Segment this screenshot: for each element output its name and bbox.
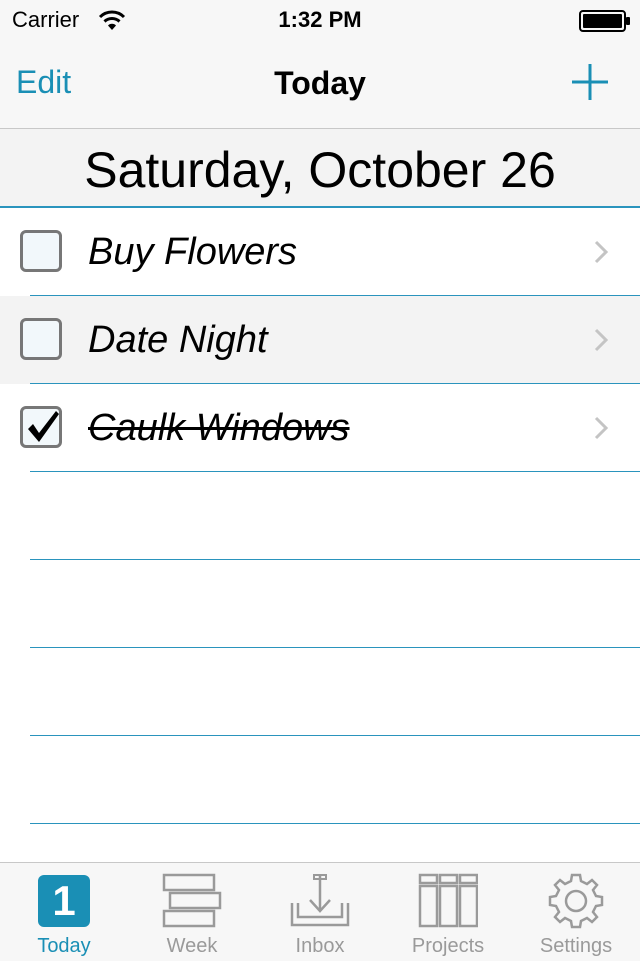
- tab-label: Week: [166, 935, 218, 957]
- tab-week[interactable]: Week: [128, 863, 256, 961]
- chevron-right-icon: [594, 240, 609, 264]
- plus-icon: [572, 64, 608, 100]
- tab-label: Projects: [411, 935, 485, 957]
- task-label: Caulk Windows: [88, 407, 350, 449]
- empty-row: [0, 472, 640, 560]
- empty-row: [0, 736, 640, 824]
- date-title: Saturday, October 26: [84, 142, 556, 198]
- tab-inbox[interactable]: Inbox: [256, 863, 384, 961]
- status-bar: Carrier 1:32 PM: [0, 0, 640, 40]
- chevron-right-icon: [594, 328, 609, 352]
- tab-settings[interactable]: Settings: [512, 863, 640, 961]
- gear-icon: [548, 873, 604, 929]
- page-title: Today: [274, 65, 366, 101]
- task-label: Date Night: [88, 319, 268, 361]
- projects-icon: [418, 873, 478, 928]
- chevron-right-icon: [594, 416, 609, 440]
- task-checkbox-checked[interactable]: [20, 406, 62, 448]
- task-row[interactable]: Buy Flowers: [0, 208, 640, 296]
- tab-label: Inbox: [295, 935, 345, 957]
- task-label: Buy Flowers: [88, 231, 298, 273]
- date-header: Saturday, October 26: [0, 129, 640, 208]
- battery-icon: [579, 10, 630, 32]
- task-row[interactable]: Date Night: [0, 296, 640, 384]
- task-row[interactable]: Caulk Windows: [0, 384, 640, 472]
- inbox-icon: [290, 874, 350, 927]
- empty-row: [0, 560, 640, 648]
- tab-projects[interactable]: Projects: [384, 863, 512, 961]
- task-checkbox[interactable]: [20, 318, 62, 360]
- status-time: 1:32 PM: [278, 7, 362, 32]
- week-icon: [162, 873, 222, 928]
- tab-label: Settings: [539, 935, 613, 957]
- task-checkbox[interactable]: [20, 230, 62, 272]
- add-task-button[interactable]: [570, 62, 610, 102]
- task-list: Buy Flowers Date Night Caulk Windows: [0, 208, 640, 912]
- navigation-bar: Edit Today: [0, 40, 640, 129]
- tab-bar: 1 Today Week Inbox Projects Settings: [0, 862, 640, 961]
- tab-label: Today: [37, 935, 91, 957]
- empty-row: [0, 648, 640, 736]
- checkmark-icon: [28, 411, 59, 442]
- tab-today[interactable]: 1 Today: [0, 863, 128, 961]
- today-badge: 1: [38, 875, 90, 927]
